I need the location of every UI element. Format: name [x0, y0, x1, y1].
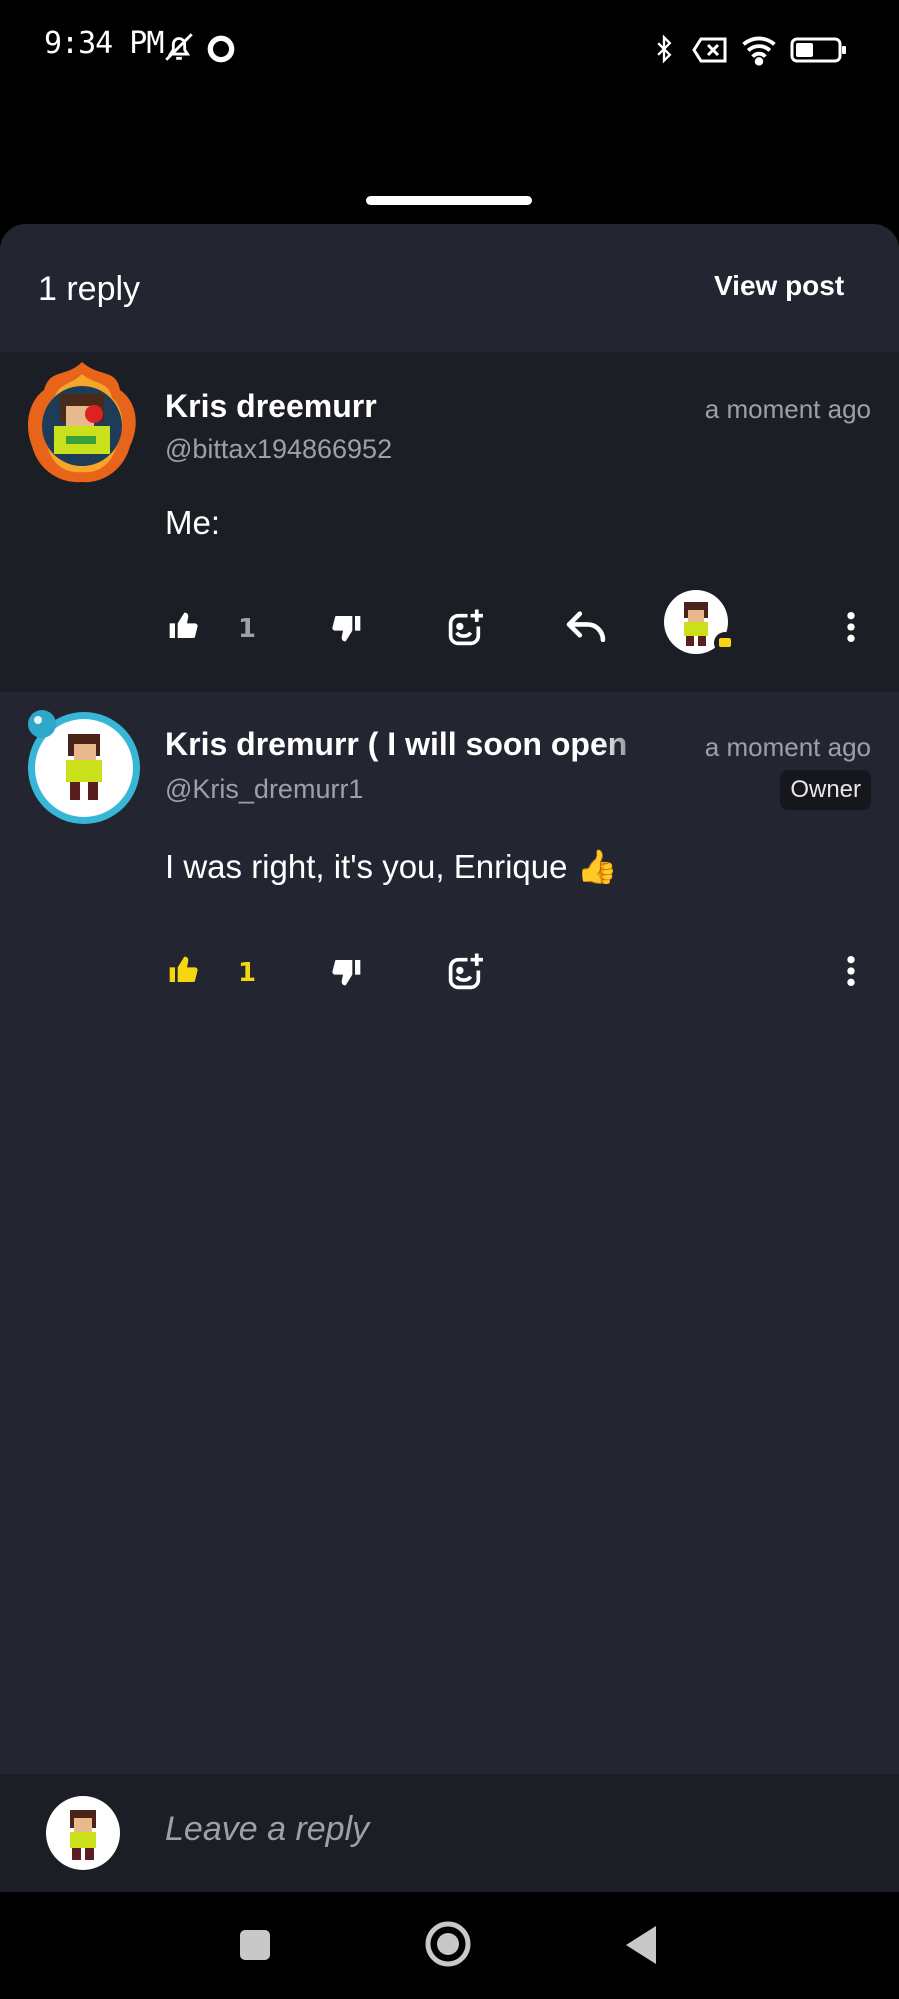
reply-badge-icon	[714, 632, 736, 654]
comment-time: a moment ago	[704, 732, 871, 762]
reply-input[interactable]: Leave a reply	[165, 1810, 369, 1849]
dislike-button[interactable]	[330, 956, 364, 992]
author-fade	[600, 722, 680, 766]
sheet-drag-handle[interactable]	[366, 196, 532, 205]
add-reaction-icon[interactable]	[446, 608, 486, 652]
comment-actions: 1	[0, 588, 899, 668]
reply-input-bar[interactable]: Leave a reply	[0, 1774, 899, 1892]
like-count: 1	[238, 958, 257, 988]
wifi-icon	[740, 32, 778, 70]
battery-icon	[790, 36, 848, 68]
comment-time: a moment ago	[704, 394, 871, 424]
reply-arrow-icon[interactable]	[566, 610, 606, 646]
avatar[interactable]	[22, 706, 142, 826]
dislike-button[interactable]	[330, 612, 364, 648]
comment-handle[interactable]: @Kris_dremurr1	[165, 774, 363, 805]
back-button[interactable]	[624, 1924, 658, 1970]
comment-author[interactable]: Kris dreemurr	[165, 388, 377, 425]
status-time: 9:34 PM	[44, 26, 164, 61]
mute-bell-icon	[162, 30, 196, 68]
replies-sheet: 1 reply View post Kris dreemurr a moment…	[0, 224, 899, 1892]
owner-badge: Owner	[780, 770, 871, 810]
bluetooth-icon	[650, 32, 678, 70]
more-options-icon[interactable]	[845, 610, 857, 648]
circle-status-icon	[205, 33, 237, 69]
reply-count-title: 1 reply	[38, 270, 141, 308]
like-button[interactable]	[166, 610, 200, 646]
home-button[interactable]	[424, 1920, 472, 1972]
status-bar: 9:34 PM	[0, 0, 899, 100]
current-user-avatar	[46, 1796, 120, 1870]
reply-comment: Kris dremurr ( I will soon open a moment…	[0, 692, 899, 1052]
system-nav-bar	[0, 1892, 899, 1999]
avatar[interactable]	[20, 360, 144, 484]
like-button[interactable]	[166, 954, 200, 990]
comment-handle[interactable]: @bittax194866952	[165, 434, 392, 465]
comment-actions: 1	[0, 932, 899, 1012]
comment-text: Me:	[165, 504, 221, 541]
view-post-button[interactable]: View post	[714, 270, 844, 302]
parent-comment: Kris dreemurr a moment ago @bittax194866…	[0, 352, 899, 692]
comment-text: I was right, it's you, Enrique 👍	[165, 848, 618, 885]
comment-author[interactable]: Kris dremurr ( I will soon open	[165, 726, 627, 763]
more-options-icon[interactable]	[845, 954, 857, 992]
recents-button[interactable]	[238, 1928, 272, 1966]
sheet-header: 1 reply View post	[0, 224, 899, 352]
sim-off-icon	[692, 36, 728, 68]
add-reaction-icon[interactable]	[446, 952, 486, 996]
like-count: 1	[238, 614, 257, 644]
